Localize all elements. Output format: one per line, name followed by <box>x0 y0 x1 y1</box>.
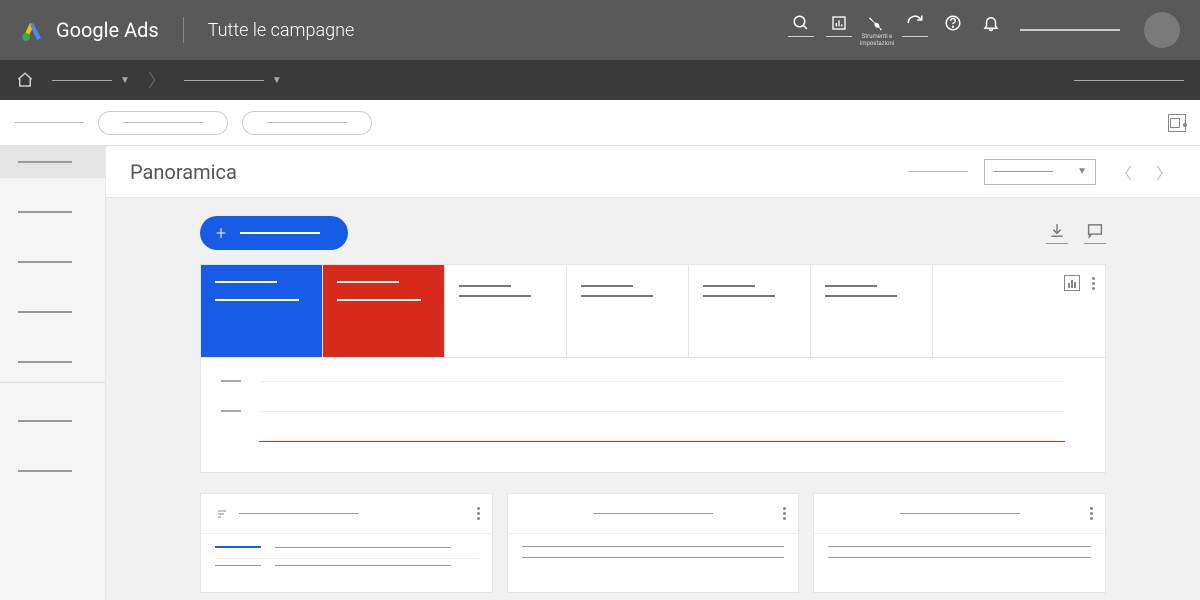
card-more-button[interactable] <box>477 507 480 520</box>
summary-card-1 <box>200 493 493 593</box>
list-item[interactable] <box>522 557 785 558</box>
main-content: Panoramica ▼ 〈 〉 + <box>106 146 1200 600</box>
card-more-button[interactable] <box>1090 507 1093 520</box>
metric-card-4[interactable] <box>567 265 689 357</box>
header-subtitle: Tutte le campagne <box>208 20 355 41</box>
card-title-placeholder <box>593 513 713 514</box>
card-more-button[interactable] <box>783 507 786 520</box>
tools-button[interactable]: Strumenti e impostazioni <box>860 13 894 47</box>
sidebar-item-3[interactable] <box>0 246 105 278</box>
date-prev-button[interactable]: 〈 <box>1112 160 1136 184</box>
chart-type-button[interactable] <box>1064 275 1080 291</box>
top-header: Google Ads Tutte le campagne Strumenti e… <box>0 0 1200 60</box>
action-row: + <box>200 216 1106 250</box>
sort-icon <box>215 508 229 520</box>
filter-label-placeholder <box>14 122 84 123</box>
list-header <box>215 546 478 548</box>
date-label-placeholder <box>908 171 968 172</box>
breadcrumb-right-placeholder <box>1074 80 1184 81</box>
feedback-button[interactable] <box>1084 222 1106 244</box>
bell-icon <box>981 13 1001 33</box>
google-ads-logo-icon <box>20 18 44 42</box>
reports-icon <box>829 13 849 33</box>
card-title-placeholder <box>900 513 1020 514</box>
help-icon <box>943 13 963 33</box>
page-title-row: Panoramica ▼ 〈 〉 <box>106 146 1200 198</box>
reports-button[interactable] <box>822 13 856 37</box>
metric-card-5[interactable] <box>689 265 811 357</box>
refresh-icon <box>905 13 925 33</box>
new-campaign-button[interactable]: + <box>200 216 348 250</box>
sidebar-item-6[interactable] <box>0 405 105 437</box>
avatar[interactable] <box>1144 12 1180 48</box>
breadcrumb-separator: 〉 <box>148 67 166 93</box>
chart-area <box>200 358 1106 473</box>
product-name: Google Ads <box>56 18 159 42</box>
list-item[interactable] <box>522 546 785 547</box>
sidebar-item-4[interactable] <box>0 296 105 328</box>
breadcrumb-item-2[interactable]: ▼ <box>176 75 290 86</box>
wrench-icon <box>867 13 887 33</box>
page-title: Panoramica <box>130 160 237 184</box>
help-button[interactable] <box>936 13 970 33</box>
date-range-select[interactable]: ▼ <box>984 159 1096 185</box>
card-title-placeholder <box>239 513 359 514</box>
filter-bar <box>0 100 1200 146</box>
sidebar <box>0 146 106 600</box>
list-item[interactable] <box>828 557 1091 558</box>
metric-card-3[interactable] <box>445 265 567 357</box>
metrics-card <box>200 264 1106 358</box>
metric-card-1[interactable] <box>201 265 323 357</box>
sidebar-item-5[interactable] <box>0 346 105 378</box>
divider <box>183 17 184 43</box>
list-item[interactable] <box>215 565 478 566</box>
account-label-placeholder <box>1020 29 1120 31</box>
date-next-button[interactable]: 〉 <box>1152 160 1176 184</box>
filter-pill-1[interactable] <box>98 111 228 135</box>
list-item[interactable] <box>828 546 1091 547</box>
breadcrumb-bar: ▼ 〉 ▼ <box>0 60 1200 100</box>
metric-card-6[interactable] <box>811 265 933 357</box>
download-button[interactable] <box>1046 222 1068 244</box>
plus-icon: + <box>216 223 226 244</box>
metrics-more-button[interactable] <box>1092 277 1095 290</box>
sidebar-item-overview[interactable] <box>0 146 105 178</box>
metric-card-2[interactable] <box>323 265 445 357</box>
logo-area: Google Ads <box>20 18 159 42</box>
summary-card-2 <box>507 493 800 593</box>
notifications-button[interactable] <box>974 13 1008 33</box>
filter-pill-2[interactable] <box>242 111 372 135</box>
header-toolbar: Strumenti e impostazioni <box>784 13 1008 47</box>
refresh-button[interactable] <box>898 13 932 37</box>
sidebar-item-7[interactable] <box>0 455 105 487</box>
home-icon[interactable] <box>16 71 34 89</box>
tools-label: Strumenti e impostazioni <box>860 34 894 47</box>
search-icon <box>791 13 811 33</box>
summary-cards-row <box>200 493 1106 593</box>
save-view-button[interactable] <box>1168 114 1186 132</box>
search-button[interactable] <box>784 13 818 37</box>
summary-card-3 <box>813 493 1106 593</box>
sidebar-item-2[interactable] <box>0 196 105 228</box>
breadcrumb-item-1[interactable]: ▼ <box>44 75 138 86</box>
